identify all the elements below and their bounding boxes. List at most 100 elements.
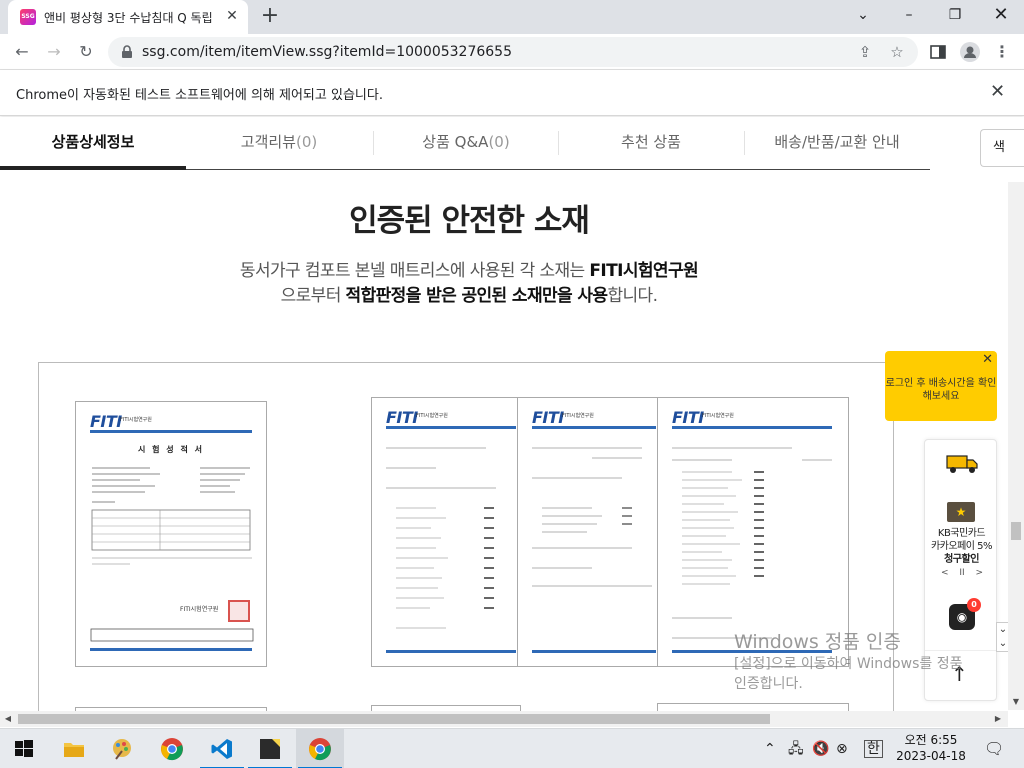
section-heading: 인증된 안전한 소재 (349, 203, 590, 239)
doc-header-bar (386, 426, 516, 429)
clock-date[interactable]: 2023-04-18 (896, 749, 966, 763)
doc-header-bar (90, 430, 252, 433)
minimize-button[interactable]: – (886, 0, 932, 30)
tooltip-text: 로그인 후 배송시간을 확인해보세요 (885, 378, 997, 402)
share-icon[interactable]: ⇪ (856, 43, 874, 61)
network-icon[interactable]: 🖧 (788, 739, 804, 759)
fiti-logo: FITI (90, 412, 122, 431)
windows-logo-icon (15, 740, 33, 757)
tooltip-close-icon[interactable]: ✕ (982, 353, 993, 367)
automation-infobar: Chrome이 자동화된 테스트 소프트웨어에 의해 제어되고 있습니다. ✕ (0, 70, 1024, 116)
doc-header-bar (672, 426, 832, 429)
volume-muted-icon[interactable]: 🔇 (812, 739, 829, 759)
new-tab-button[interactable]: + (258, 5, 282, 29)
taskbar-file-explorer[interactable] (50, 729, 98, 768)
sticky-notes-icon (260, 739, 280, 759)
taskbar-chrome[interactable] (148, 729, 196, 768)
back-button[interactable]: ← (10, 40, 34, 64)
tab-shipping-returns[interactable]: 배송/반품/교환 안내 (744, 117, 930, 170)
infobar-close-icon[interactable]: ✕ (990, 82, 1005, 102)
horizontal-scrollbar[interactable]: ◀ ▶ (0, 711, 1008, 727)
result-table-lines (532, 447, 652, 587)
tab-label: 상품 Q&A (422, 133, 489, 151)
paint-icon (113, 739, 131, 760)
address-bar[interactable]: ssg.com/item/itemView.ssg?itemId=1000053… (108, 37, 918, 67)
side-panel-icon[interactable] (926, 40, 950, 64)
ime-status-icon[interactable]: ⊗ (836, 739, 848, 759)
vertical-scroll-thumb[interactable] (1011, 522, 1021, 540)
browser-tab[interactable]: SSG 앤비 평상형 3단 수납침대 Q 독립 ✕ (8, 0, 248, 34)
tab-label: 고객리뷰 (240, 133, 296, 151)
start-button[interactable] (0, 729, 48, 768)
taskbar-vscode[interactable] (198, 729, 246, 768)
promo-carousel-controls: < II > (941, 568, 983, 578)
login-delivery-tooltip: ✕ 로그인 후 배송시간을 확인해보세요 (885, 351, 997, 421)
profile-avatar[interactable] (958, 40, 982, 64)
ime-korean-indicator[interactable]: 한 (864, 740, 883, 758)
vscode-icon (211, 739, 232, 759)
chat-notification-badge: 0 (967, 598, 981, 612)
active-tab-indicator (0, 166, 186, 170)
section-description: 동서가구 컴포트 본넬 매트리스에 사용된 각 소재는 FITI시험연구원 으로… (0, 259, 938, 309)
chrome-icon (309, 738, 331, 761)
doc-signature-text: FITI시험연구원 (180, 606, 219, 613)
promo-prev-button[interactable]: < (941, 568, 949, 578)
fiti-logo: FITI (532, 408, 564, 427)
tab-recommended[interactable]: 추천 상품 (558, 117, 744, 170)
tab-search-chevron-icon[interactable]: ⌄ (840, 0, 886, 30)
scroll-right-arrow-icon[interactable]: ▶ (990, 711, 1006, 727)
vertical-scrollbar[interactable]: ▼ (1008, 182, 1024, 710)
reload-button[interactable]: ↻ (74, 40, 98, 64)
report-info-lines (91, 467, 251, 551)
taskbar-sticky-notes[interactable] (246, 729, 294, 768)
tab-reviews[interactable]: 고객리뷰(0) (186, 117, 372, 170)
description-line-1: 동서가구 컴포트 본넬 매트리스에 사용된 각 소재는 FITI시험연구원 (239, 261, 699, 281)
card-promo-text[interactable]: KB국민카드 카카오페이 5% 청구할인 (925, 527, 998, 566)
clock-time[interactable]: 오전 6:55 (900, 731, 962, 748)
close-window-button[interactable]: ✕ (978, 0, 1024, 30)
description-line-2: 으로부터 적합판정을 받은 공인된 소재만을 사용합니다. (280, 286, 658, 306)
doc-title: 시 험 성 적 서 (138, 445, 204, 454)
delivery-truck-icon[interactable] (945, 452, 979, 476)
tab-label: 배송/반품/교환 안내 (774, 133, 900, 151)
tab-close-icon[interactable]: ✕ (224, 8, 240, 24)
infobar-message: Chrome이 자동화된 테스트 소프트웨어에 의해 제어되고 있습니다. (16, 88, 383, 103)
promo-next-button[interactable]: > (975, 568, 983, 578)
forward-button[interactable]: → (42, 40, 66, 64)
taskbar-chrome-active[interactable] (296, 729, 344, 768)
tab-count: (0) (295, 133, 318, 151)
tab-product-detail[interactable]: 상품상세정보 (0, 117, 186, 170)
scroll-left-arrow-icon[interactable]: ◀ (0, 711, 16, 727)
taskbar-paint[interactable] (98, 729, 146, 768)
promo-pause-button[interactable]: II (959, 568, 964, 578)
doc-header-bar (532, 426, 656, 429)
tab-count: (0) (488, 133, 510, 151)
test-report-document: FITI FITI시험연구원 시 험 성 적 서 FITI시험연구원 (75, 401, 267, 667)
watermark-title: Windows 정품 인증 (734, 631, 901, 653)
next-document-top (657, 703, 849, 711)
fiti-logo: FITI (672, 408, 704, 427)
doc-footer-bar (532, 650, 656, 653)
report-notes-lines (92, 557, 252, 565)
product-detail-tabs: 상품상세정보 고객리뷰(0) 상품 Q&A(0) 추천 상품 배송/반품/교환 … (0, 117, 930, 170)
page-viewport: 상품상세정보 고객리뷰(0) 상품 Q&A(0) 추천 상품 배송/반품/교환 … (0, 117, 1024, 711)
tab-label: 상품상세정보 (51, 133, 135, 151)
horizontal-scroll-thumb[interactable] (18, 714, 770, 724)
ssg-favicon-icon: SSG (20, 9, 36, 25)
kb-card-logo-icon: ★ (947, 502, 975, 522)
restore-button[interactable]: ❐ (932, 0, 978, 30)
lock-icon[interactable] (120, 45, 134, 59)
menu-kebab-icon[interactable]: ⋮ (990, 40, 1014, 64)
tab-qna[interactable]: 상품 Q&A(0) (373, 117, 559, 170)
tray-overflow-chevron-icon[interactable]: ⌃ (764, 739, 776, 759)
tab-strip: SSG 앤비 평상형 3단 수납침대 Q 독립 ✕ + ⌄ – ❐ ✕ (0, 0, 1024, 34)
side-search-button[interactable]: 색 (980, 129, 1024, 167)
official-seal-icon (228, 600, 250, 622)
bookmark-star-icon[interactable]: ☆ (888, 43, 906, 61)
notification-center-icon[interactable]: 🗨 (984, 739, 1004, 759)
scroll-down-arrow-icon[interactable]: ▼ (1008, 694, 1024, 710)
fiti-logo-sub: FITI시험연구원 (416, 413, 448, 419)
fiti-logo: FITI (386, 408, 418, 427)
test-result-page: FITI FITI시험연구원 (517, 397, 661, 667)
test-result-page: FITI FITI시험연구원 (657, 397, 849, 667)
